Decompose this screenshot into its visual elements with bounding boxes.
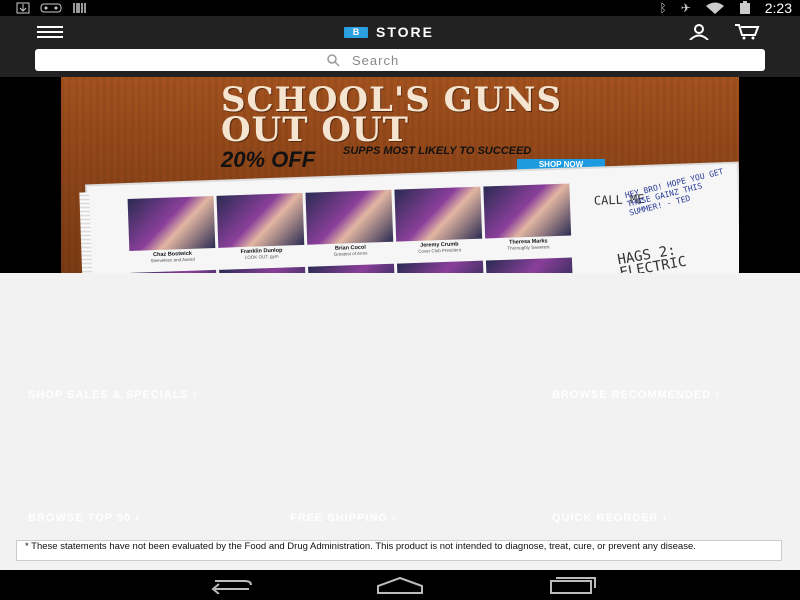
browse-recommended-link[interactable]: BROWSE RECOMMENDED ›: [552, 389, 720, 401]
browse-top-link[interactable]: BROWSE TOP 50 ›: [28, 512, 140, 524]
chevron-right-icon: ›: [192, 389, 198, 401]
status-bar: ᛒ ✈ 2:23: [0, 0, 800, 16]
recents-icon[interactable]: [548, 576, 598, 594]
gamepad-icon: [40, 3, 62, 13]
search-bar[interactable]: [35, 49, 765, 71]
browse-top-label: BROWSE TOP 50: [28, 512, 132, 524]
shop-sales-link[interactable]: SHOP SALES & SPECIALS ›: [28, 389, 198, 401]
portrait-photo: [305, 189, 394, 245]
handwritten-note: HEY BRO! HOPE YOU GET THOSE GAINZ THIS S…: [624, 166, 725, 218]
wifi-icon: [705, 2, 724, 14]
menu-icon-bar: [37, 31, 63, 33]
brand-logo: B: [344, 26, 368, 38]
cart-icon[interactable]: [734, 24, 760, 40]
status-left-icons: [16, 2, 88, 14]
chevron-right-icon: ›: [662, 512, 668, 524]
hero-title: SCHOOL'S GUNS OUT OUT: [221, 80, 562, 150]
portrait-photo: [130, 269, 218, 273]
back-icon[interactable]: [205, 576, 255, 594]
yearbook-page-edge: [79, 192, 94, 273]
shop-sales-label: SHOP SALES & SPECIALS: [28, 389, 189, 401]
menu-icon-bar: [37, 26, 63, 28]
barcode-icon: [73, 3, 86, 13]
portrait-photo: [216, 192, 305, 248]
page-title: STORE: [376, 24, 434, 40]
quick-reorder-link[interactable]: QUICK REORDER ›: [552, 512, 667, 524]
yearbook-graphic: Chaz Bostwick Sleeveless and Award Frankl…: [79, 163, 739, 273]
account-icon[interactable]: [688, 24, 710, 40]
brand[interactable]: B STORE: [344, 24, 434, 40]
handwritten-note-hags: HAGS 2: ELECTRIC: [616, 242, 688, 273]
chevron-right-icon: ›: [392, 512, 397, 524]
home-icon[interactable]: [375, 576, 425, 594]
bluetooth-icon: ᛒ: [659, 1, 667, 15]
portrait: Brian Cocol Greatest of Arms: [305, 189, 394, 258]
hero-subline: SUPPS MOST LIKELY TO SUCCEED: [343, 145, 532, 157]
free-shipping-link[interactable]: FREE SHIPPING ›: [290, 512, 397, 524]
menu-button[interactable]: [37, 26, 63, 40]
download-icon: [16, 2, 30, 14]
portrait: Franklin Dunlop LOOK OUT, gym: [216, 192, 305, 261]
chevron-right-icon: ›: [135, 512, 140, 524]
browse-recommended-label: BROWSE RECOMMENDED: [552, 389, 712, 401]
fda-disclaimer: * These statements have not been evaluat…: [16, 540, 782, 561]
system-nav-bar: [0, 570, 800, 600]
chevron-right-icon: ›: [715, 389, 720, 401]
portrait-photo: [485, 257, 573, 273]
portrait: Jeremy Crumb Cover Club President: [394, 186, 483, 255]
hero-section: SCHOOL'S GUNS OUT OUT 20% OFF SUPPS MOST…: [0, 77, 800, 273]
menu-icon-bar: [37, 36, 63, 38]
hero-offer: 20% OFF: [221, 147, 316, 172]
app-header: B STORE: [0, 16, 800, 77]
portrait-row: Chaz Bostwick Sleeveless and Award Frankl…: [127, 183, 572, 264]
portrait-photo: [127, 195, 216, 251]
portrait-photo: [483, 183, 572, 239]
battery-icon: [739, 1, 750, 14]
portrait: Theresa Marks Thoroughly Sweetest: [483, 183, 572, 252]
status-time: 2:23: [764, 0, 792, 16]
portrait-photo: [308, 263, 396, 273]
status-right-icons: ᛒ ✈ 2:23: [659, 0, 792, 16]
quick-reorder-label: QUICK REORDER: [552, 512, 659, 524]
portrait-photo: [219, 266, 307, 273]
portrait: Chaz Bostwick Sleeveless and Award: [127, 195, 216, 264]
portrait-photo: [394, 186, 483, 242]
free-shipping-label: FREE SHIPPING: [290, 512, 388, 524]
search-input[interactable]: [350, 51, 474, 69]
hero-banner[interactable]: SCHOOL'S GUNS OUT OUT 20% OFF SUPPS MOST…: [61, 77, 739, 273]
portrait-photo: [396, 260, 484, 273]
airplane-mode-icon: ✈: [680, 1, 691, 15]
search-icon: [327, 54, 340, 67]
